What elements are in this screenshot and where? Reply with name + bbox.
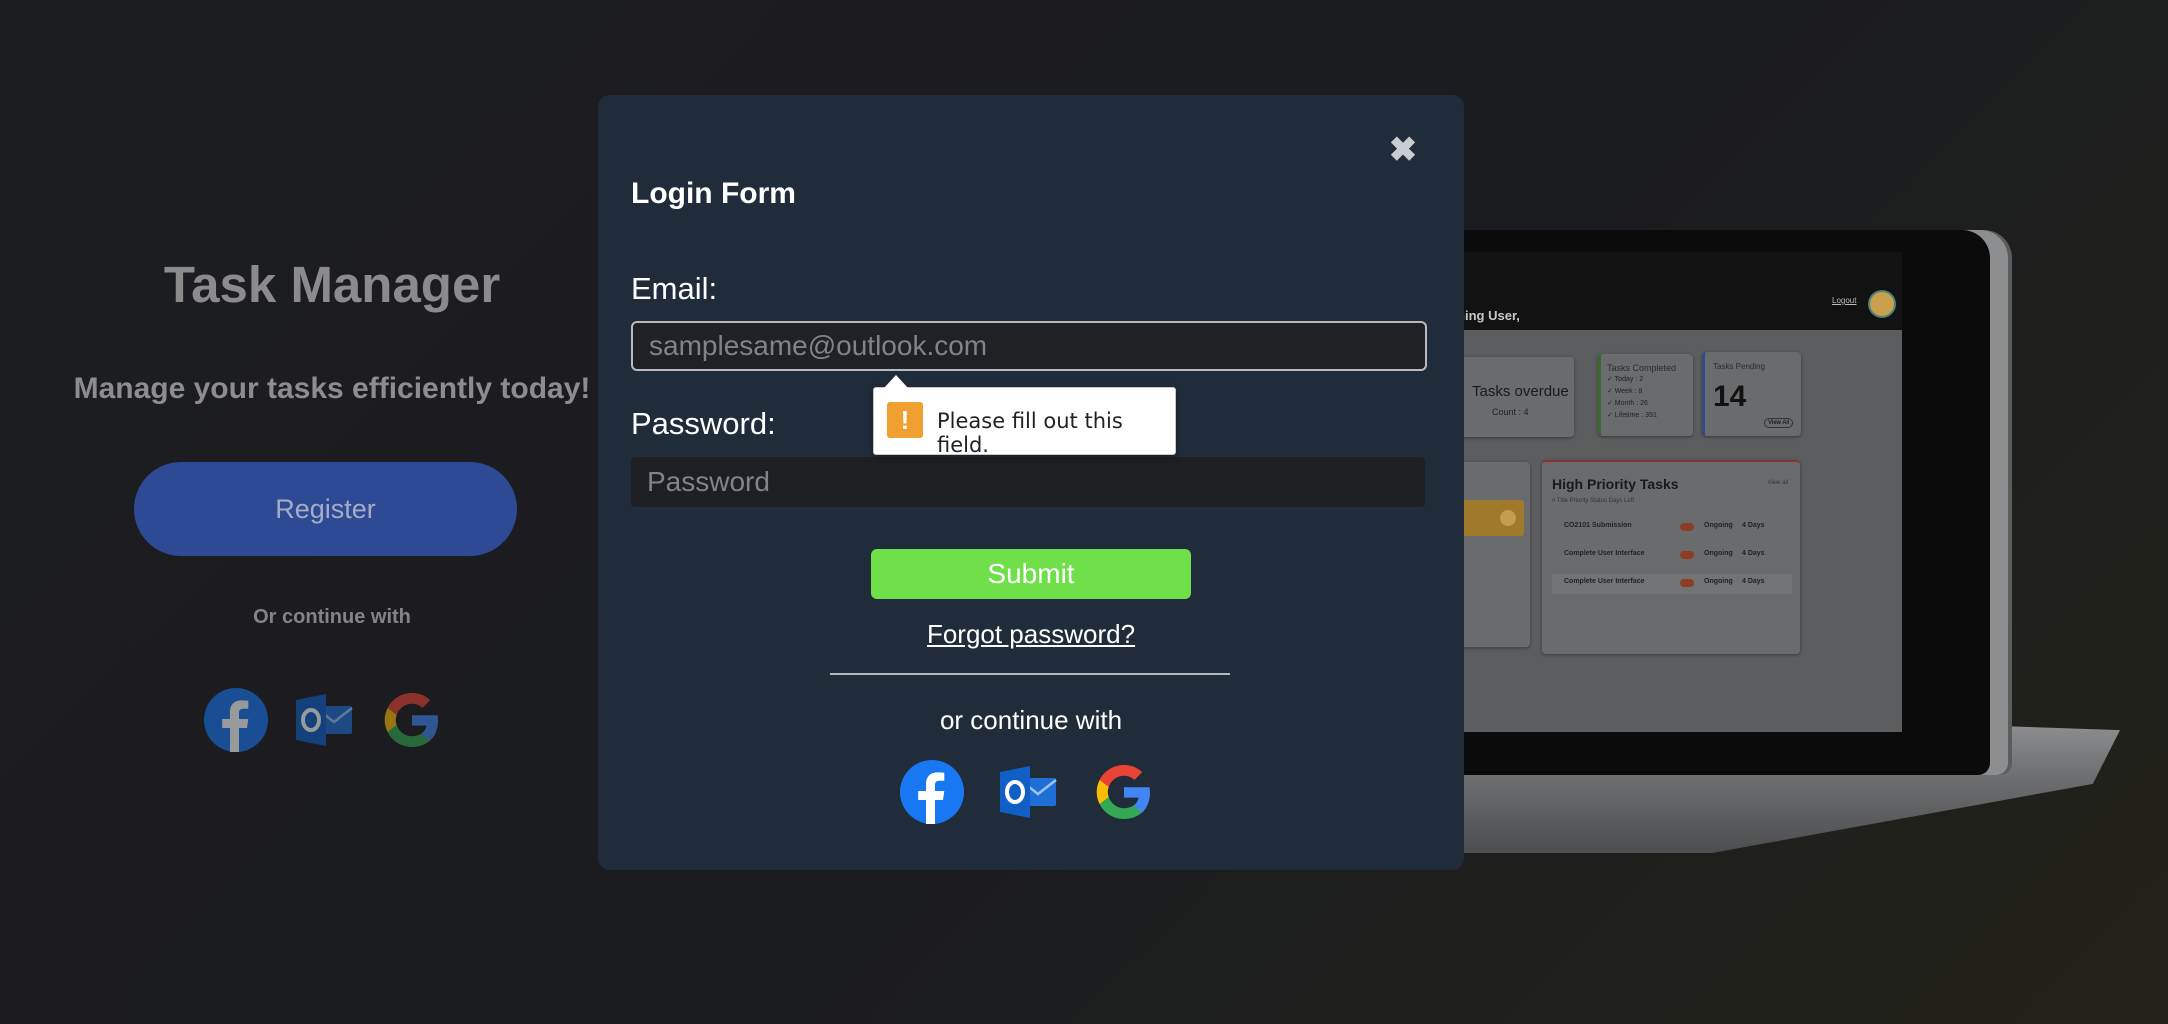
facebook-icon[interactable] (204, 688, 268, 752)
priority-tag (1680, 523, 1694, 531)
row-status: Ongoing (1704, 522, 1733, 529)
high-priority-view-all: View all (1767, 480, 1788, 486)
table-row: Complete User Interface Ongoing 4 Days (1552, 574, 1792, 594)
completed-item: ✓ Lifetime : 391 (1607, 412, 1657, 419)
forgot-password-link[interactable]: Forgot password? (598, 619, 1464, 650)
register-button[interactable]: Register (134, 462, 517, 556)
row-days: 4 Days (1742, 550, 1765, 557)
validation-tooltip: ! Please fill out this field. (873, 375, 1176, 457)
plus-icon (1500, 510, 1516, 526)
laptop-screen: rning User, Logout Tasks overdue Count :… (1440, 252, 1902, 732)
screen-logout-link: Logout (1832, 296, 1857, 305)
warning-icon: ! (887, 402, 923, 438)
overdue-count: Count : 4 (1492, 407, 1529, 417)
hero-or-continue: Or continue with (253, 606, 411, 628)
high-priority-title: High Priority Tasks (1552, 476, 1679, 492)
row-title: CO2101 Submission (1564, 522, 1632, 529)
priority-tag (1680, 551, 1694, 559)
completed-item: ✓ Month : 26 (1607, 400, 1648, 407)
google-icon[interactable] (380, 688, 444, 752)
google-icon[interactable] (1092, 760, 1156, 824)
password-field[interactable] (631, 457, 1425, 507)
hero-social-icons (204, 688, 444, 752)
login-modal: ✖ Login Form Email: Password: ! Please f… (598, 95, 1464, 870)
row-status: Ongoing (1704, 578, 1733, 585)
row-days: 4 Days (1742, 578, 1765, 585)
modal-or-continue: or continue with (939, 705, 1123, 735)
completed-item: ✓ Week : 8 (1607, 388, 1643, 395)
validation-message: Please fill out this field. (937, 409, 1123, 457)
facebook-icon[interactable] (900, 760, 964, 824)
table-row: Complete User Interface Ongoing 4 Days (1552, 546, 1792, 566)
high-priority-header: # Title Priority Status Days Left (1552, 498, 1635, 504)
overdue-title: Tasks overdue (1472, 383, 1569, 400)
row-days: 4 Days (1742, 522, 1765, 529)
high-priority-card: High Priority Tasks View all # Title Pri… (1542, 460, 1800, 654)
pending-view-all: View All (1764, 418, 1793, 428)
row-title: Complete User Interface (1564, 578, 1645, 585)
table-row: CO2101 Submission Ongoing 4 Days (1552, 518, 1792, 538)
completed-title: Tasks Completed (1607, 363, 1677, 373)
divider (830, 673, 1230, 675)
modal-social-icons (900, 760, 1156, 824)
email-label: Email: (631, 271, 718, 306)
avatar (1868, 290, 1896, 318)
pending-value: 14 (1713, 380, 1747, 413)
row-title: Complete User Interface (1564, 550, 1645, 557)
email-field[interactable] (631, 321, 1427, 371)
priority-tag (1680, 579, 1694, 587)
password-label: Password: (631, 406, 776, 441)
modal-title: Login Form (631, 177, 796, 210)
outlook-icon[interactable] (292, 688, 356, 752)
tasks-overdue-card: Tasks overdue Count : 4 (1452, 357, 1574, 437)
close-icon[interactable]: ✖ (1386, 133, 1420, 167)
outlook-icon[interactable] (996, 760, 1060, 824)
completed-item: ✓ Today : 2 (1607, 376, 1644, 383)
tasks-completed-card: Tasks Completed ✓ Today : 2 ✓ Week : 8 ✓… (1598, 354, 1693, 436)
pending-title: Tasks Pending (1713, 362, 1766, 371)
hero-subtitle: Manage your tasks efficiently today! (73, 372, 591, 405)
submit-button[interactable]: Submit (871, 549, 1191, 599)
hero-title: Task Manager (163, 256, 501, 313)
row-status: Ongoing (1704, 550, 1733, 557)
tasks-pending-card: Tasks Pending 14 View All (1702, 352, 1801, 436)
